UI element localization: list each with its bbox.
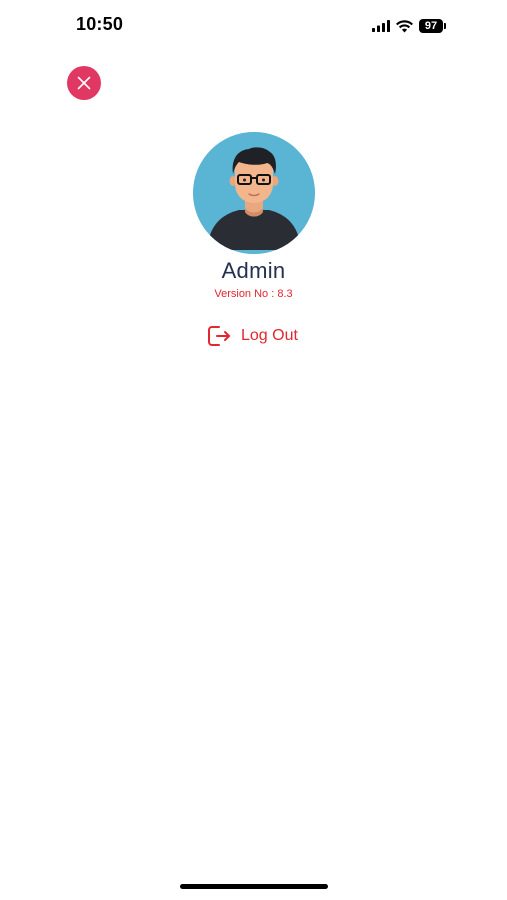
status-bar: 10:50 97 — [0, 0, 507, 52]
signal-icon — [372, 20, 390, 32]
version-text: Version No : 8.3 — [214, 288, 293, 300]
logout-icon — [208, 326, 230, 346]
logout-button[interactable]: Log Out — [206, 322, 298, 350]
logout-label: Log Out — [241, 327, 298, 344]
profile-screen: 10:50 97 Admin Version No: 8.3 Log Out — [0, 0, 507, 900]
battery-icon: 97 — [419, 19, 446, 33]
avatar — [192, 132, 315, 254]
battery-level: 97 — [424, 20, 438, 32]
wifi-icon — [396, 19, 413, 32]
avatar-icon — [192, 132, 315, 254]
profile-section: Admin Version No : 8.3 — [0, 132, 507, 301]
close-icon — [77, 76, 91, 90]
close-button[interactable] — [67, 66, 101, 100]
status-time: 10:50 — [76, 14, 124, 34]
status-icons: 97 — [372, 18, 446, 34]
home-indicator[interactable] — [180, 884, 328, 889]
user-name: Admin — [221, 258, 286, 283]
